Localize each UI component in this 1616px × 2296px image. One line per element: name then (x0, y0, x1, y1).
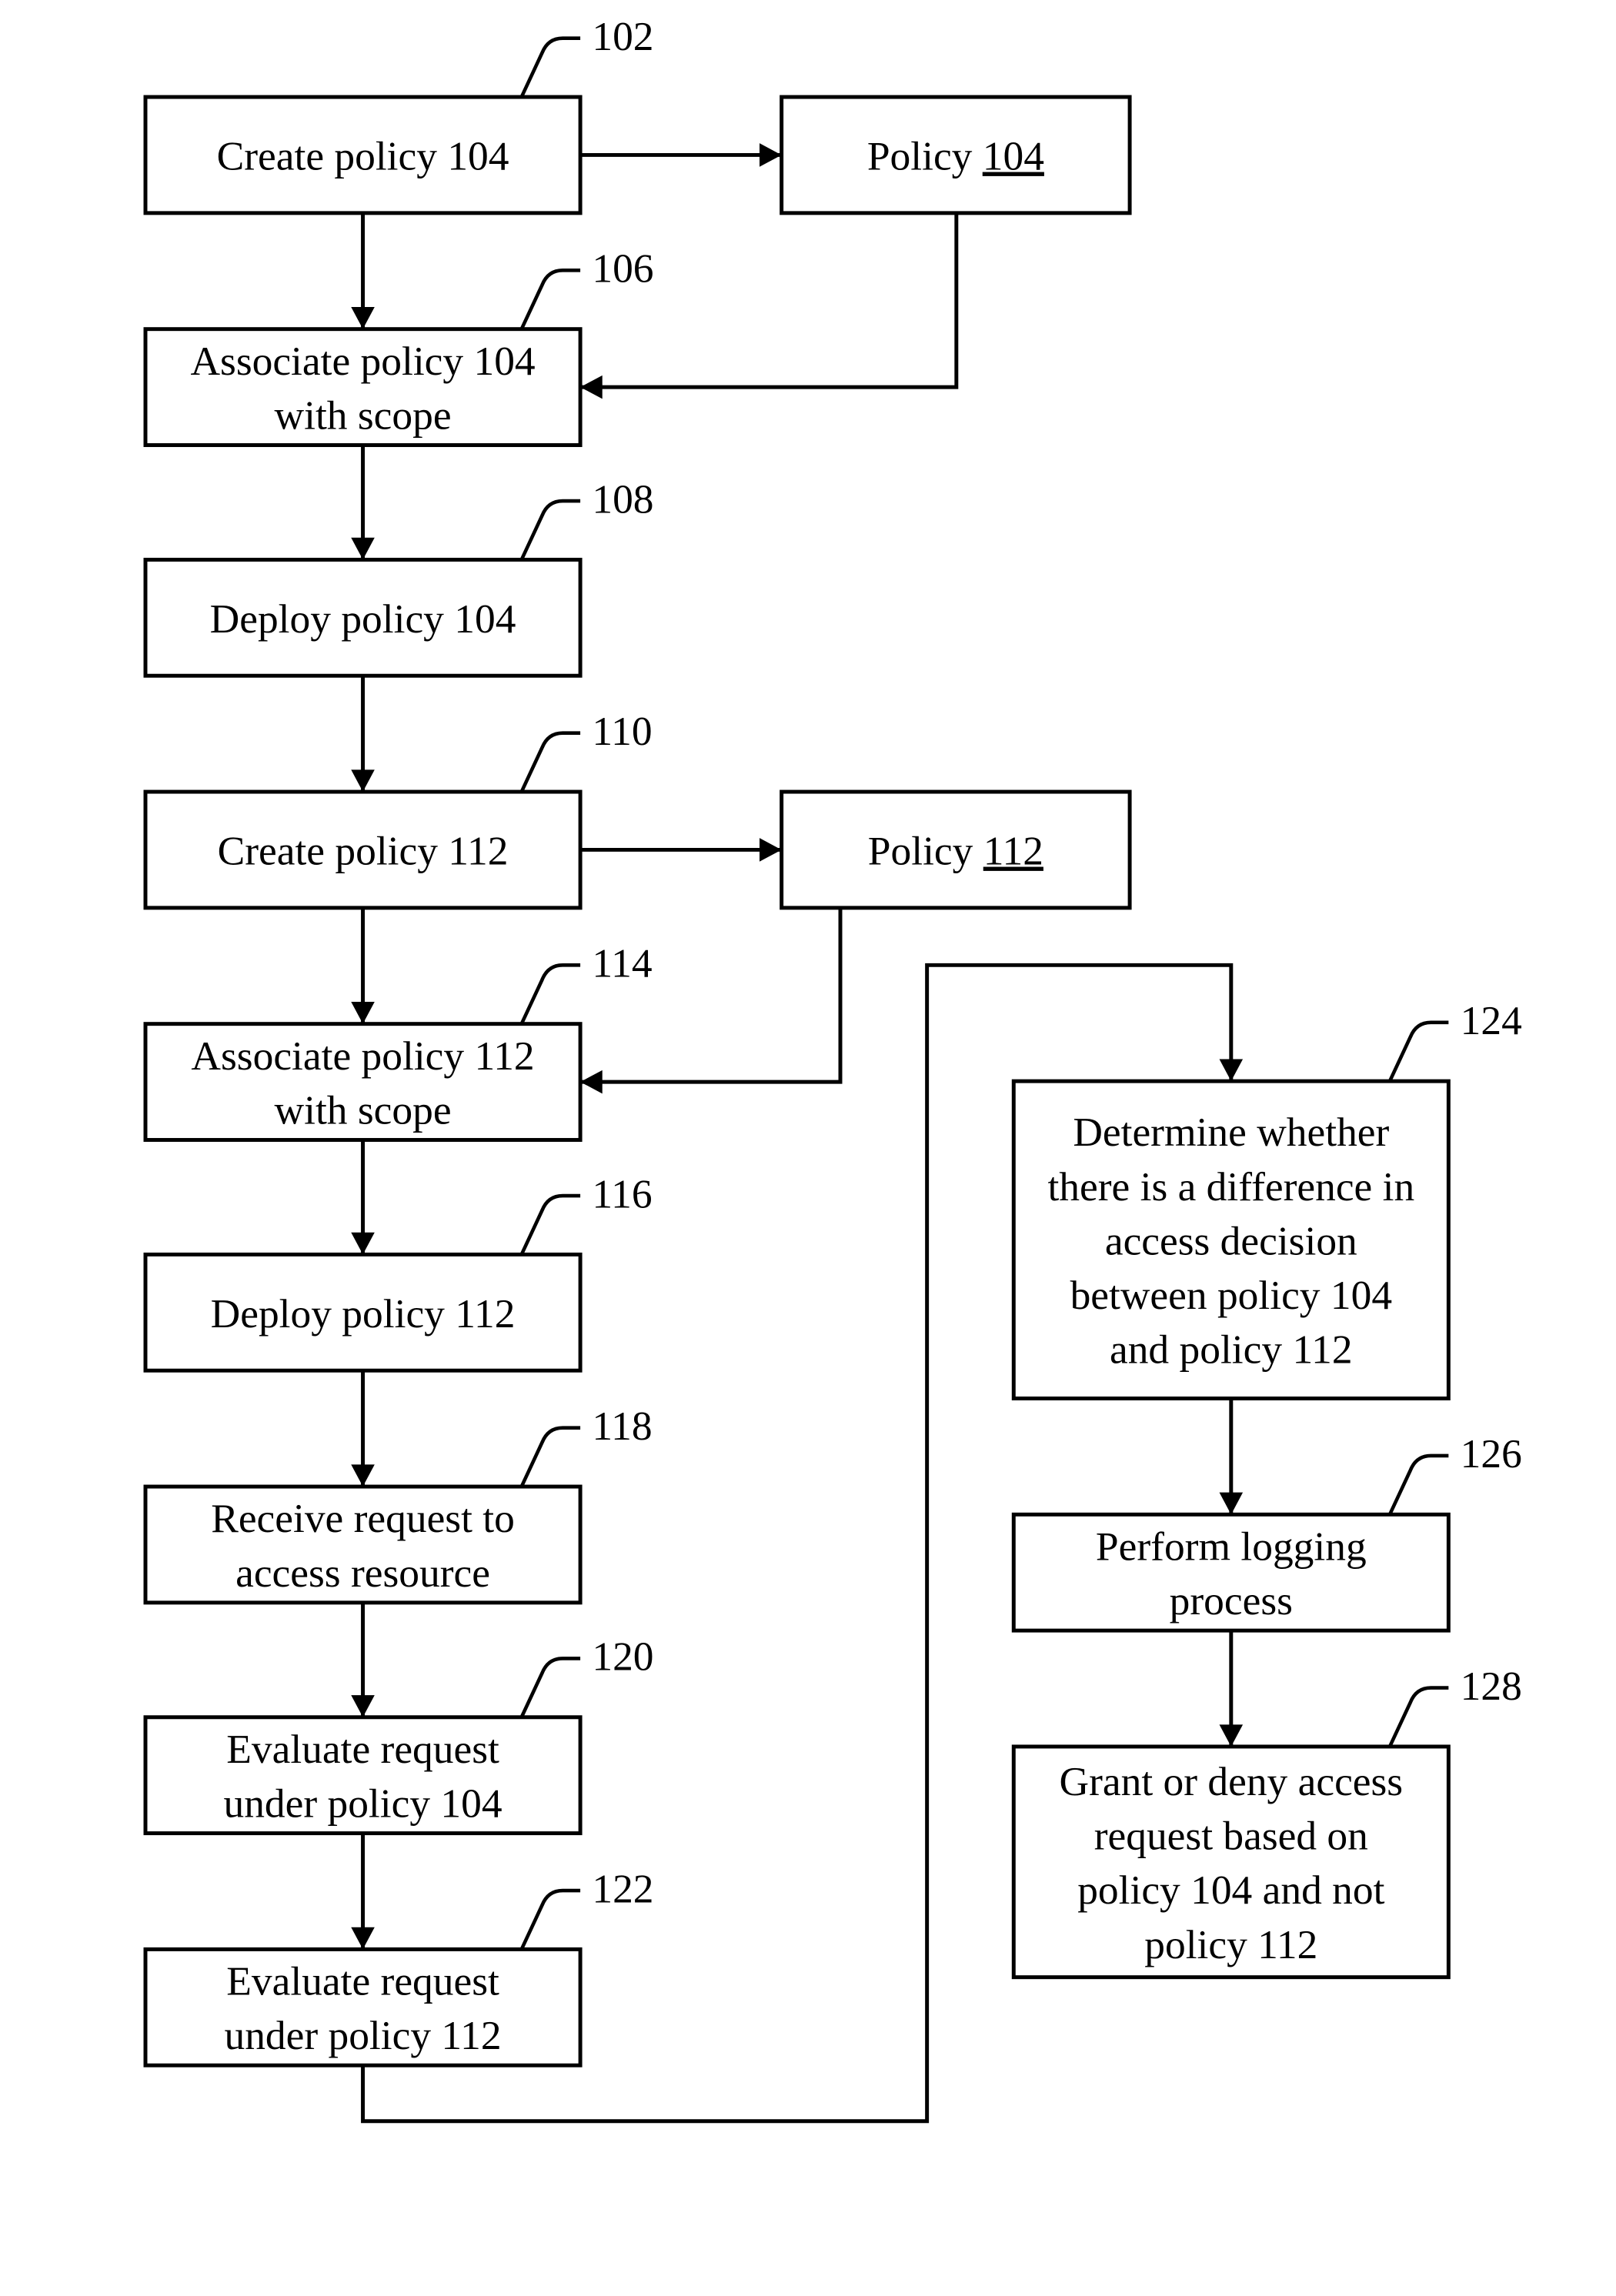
reference-leader (1387, 1020, 1449, 1083)
reference-number: 102 (592, 13, 653, 59)
arrowhead (351, 307, 375, 329)
node-label: between policy 104 (1070, 1272, 1392, 1318)
node-label: and policy 112 (1110, 1327, 1353, 1373)
nodes-layer: Create policy 104 102 Policy 104 Associate … (143, 13, 1522, 2067)
node-label: under policy 104 (223, 1780, 502, 1827)
arrowhead (1219, 1059, 1244, 1082)
reference-leader (519, 1193, 581, 1256)
node-label: Associate policy 104 (190, 338, 535, 384)
node-label: Receive request to (211, 1495, 515, 1541)
node-label: with scope (275, 1087, 452, 1133)
reference-number: 126 (1461, 1430, 1522, 1477)
node-label: Perform logging (1096, 1523, 1367, 1570)
node-label: Associate policy 112 (191, 1033, 534, 1079)
flow-node-n102: Create policy 104 102 (143, 13, 654, 215)
reference-leader (519, 499, 581, 561)
arrowhead (1219, 1492, 1244, 1515)
reference-number: 120 (592, 1634, 653, 1680)
reference-number: 108 (592, 476, 653, 522)
flow-node-p104: Policy 104 (780, 95, 1132, 215)
node-label: with scope (275, 392, 452, 439)
flow-node-n120: Evaluate request under policy 104 120 (143, 1634, 654, 1836)
node-label: policy 104 and not (1077, 1867, 1384, 1913)
node-label: request based on (1094, 1813, 1368, 1859)
flow-node-n122: Evaluate request under policy 112 122 (143, 1865, 654, 2067)
reference-number: 124 (1461, 997, 1522, 1043)
arrowhead (351, 1927, 375, 1950)
reference-number: 116 (592, 1170, 652, 1216)
arrowhead (351, 769, 375, 793)
reference-leader (519, 731, 581, 793)
node-label: policy 112 (1144, 1921, 1317, 1967)
node-label: Deploy policy 112 (211, 1290, 516, 1337)
reference-leader (519, 1426, 581, 1488)
reference-leader (1387, 1686, 1449, 1747)
reference-number: 106 (592, 245, 653, 292)
arrowhead (351, 1695, 375, 1717)
arrowhead (580, 375, 603, 399)
node-label: Policy 104 (867, 133, 1044, 179)
node-label: Evaluate request (226, 1726, 499, 1772)
flow-node-p112: Policy 112 (780, 789, 1132, 910)
flow-node-n108: Deploy policy 104 108 (143, 476, 654, 678)
flow-node-n106: Associate policy 104 with scope 106 (143, 245, 654, 447)
reference-number: 128 (1461, 1663, 1522, 1709)
node-label: Determine whether (1073, 1109, 1389, 1155)
flow-node-n114: Associate policy 112 with scope 114 (143, 940, 653, 1142)
arrowhead (1219, 1724, 1244, 1747)
flowchart-diagram: Create policy 104 102 Policy 104 Associate … (143, 13, 1522, 2124)
connector-line (580, 212, 959, 389)
node-label: Create policy 112 (218, 828, 509, 874)
flow-node-n116: Deploy policy 112 116 (143, 1170, 653, 1373)
reference-leader (519, 963, 581, 1025)
node-label: access resource (235, 1550, 490, 1596)
node-label: Create policy 104 (217, 133, 509, 179)
flow-node-n118: Receive request to access resource 118 (143, 1403, 653, 1605)
reference-number: 118 (592, 1403, 652, 1449)
arrowhead (351, 1002, 375, 1024)
flow-node-n126: Perform logging process 126 (1011, 1430, 1522, 1633)
node-label: Evaluate request (226, 1958, 499, 2004)
node-label: process (1170, 1577, 1293, 1624)
arrowhead (580, 1070, 603, 1094)
reference-leader (519, 1657, 581, 1718)
node-label: there is a difference in (1047, 1163, 1414, 1210)
flow-node-n110: Create policy 112 110 (143, 708, 653, 910)
node-label: under policy 112 (224, 2012, 501, 2058)
node-label: Deploy policy 104 (210, 596, 516, 642)
reference-number: 110 (592, 708, 652, 754)
node-label: access decision (1105, 1217, 1357, 1263)
reference-number: 114 (592, 940, 652, 986)
flow-node-n128: Grant or deny access request based on poli… (1011, 1663, 1522, 1980)
reference-leader (519, 36, 581, 98)
flow-node-n124: Determine whether there is a difference i… (1011, 997, 1522, 1400)
node-label: Grant or deny access (1060, 1758, 1404, 1804)
reference-number: 122 (592, 1865, 653, 1911)
node-label-ref: 112 (983, 828, 1043, 874)
arrowhead (760, 143, 782, 167)
arrowhead (760, 838, 782, 862)
reference-leader (1387, 1453, 1449, 1516)
arrowhead (351, 1464, 375, 1487)
connector-line (580, 907, 843, 1084)
reference-leader (519, 1888, 581, 1951)
reference-leader (519, 269, 581, 330)
arrowhead (351, 537, 375, 560)
node-label: Policy 112 (868, 828, 1043, 874)
node-label-ref: 104 (983, 133, 1044, 179)
arrowhead (351, 1232, 375, 1255)
